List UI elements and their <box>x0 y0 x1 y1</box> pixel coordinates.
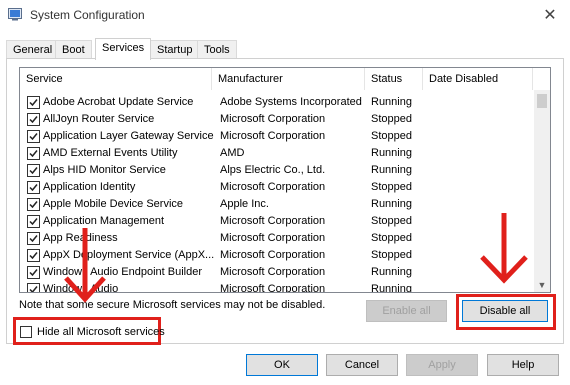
annotation-arrow-right-icon <box>480 213 528 284</box>
table-row[interactable]: AllJoyn Router Service Microsoft Corporat… <box>20 111 536 128</box>
service-manufacturer: AMD <box>220 147 245 159</box>
service-status: Stopped <box>371 181 412 193</box>
tab-boot[interactable]: Boot <box>55 40 92 59</box>
service-manufacturer: Apple Inc. <box>220 198 269 210</box>
ok-button[interactable]: OK <box>246 354 318 376</box>
service-status: Running <box>371 147 412 159</box>
column-header-status[interactable]: Status <box>365 68 423 90</box>
hide-microsoft-services-label[interactable]: Hide all Microsoft services <box>37 326 165 338</box>
service-manufacturer: Microsoft Corporation <box>220 113 326 125</box>
checkmark-icon <box>29 269 38 277</box>
service-checkbox[interactable] <box>27 113 40 126</box>
table-row[interactable]: Apple Mobile Device Service Apple Inc. Run… <box>20 196 536 213</box>
checkmark-icon <box>29 99 38 107</box>
title-bar: System Configuration ✕ <box>0 0 570 30</box>
table-row[interactable]: Alps HID Monitor Service Alps Electric Co… <box>20 162 536 179</box>
tab-general[interactable]: General <box>6 40 60 59</box>
service-checkbox[interactable] <box>27 266 40 279</box>
service-checkbox[interactable] <box>27 130 40 143</box>
checkmark-icon <box>29 167 38 175</box>
service-checkbox[interactable] <box>27 96 40 109</box>
vertical-scrollbar[interactable]: ▼ <box>534 90 550 292</box>
service-status: Running <box>371 266 412 278</box>
close-icon: ✕ <box>543 7 557 24</box>
table-row[interactable]: Application Identity Microsoft Corporatio… <box>20 179 536 196</box>
service-checkbox[interactable] <box>27 181 40 194</box>
tab-strip: General Boot Services Startup Tools <box>6 38 566 60</box>
service-name: Apple Mobile Device Service <box>43 198 184 210</box>
service-manufacturer: Microsoft Corporation <box>220 249 326 261</box>
service-manufacturer: Adobe Systems Incorporated <box>220 96 362 108</box>
checkmark-icon <box>29 133 38 141</box>
system-configuration-icon <box>8 7 22 21</box>
service-manufacturer: Microsoft Corporation <box>220 232 326 244</box>
checkmark-icon <box>29 116 38 124</box>
checkmark-icon <box>29 184 38 192</box>
service-name: AllJoyn Router Service <box>43 113 155 125</box>
service-status: Stopped <box>371 130 412 142</box>
service-checkbox[interactable] <box>27 249 40 262</box>
enable-all-button[interactable]: Enable all <box>366 300 447 322</box>
service-manufacturer: Alps Electric Co., Ltd. <box>220 164 326 176</box>
service-checkbox[interactable] <box>27 198 40 211</box>
service-status: Running <box>371 96 412 108</box>
hide-microsoft-services-highlight: Hide all Microsoft services <box>13 317 165 345</box>
service-checkbox[interactable] <box>27 232 40 245</box>
checkmark-icon <box>29 286 38 292</box>
service-status: Running <box>371 198 412 210</box>
scrollbar-thumb[interactable] <box>537 94 547 108</box>
column-header-date-disabled[interactable]: Date Disabled <box>423 68 533 90</box>
service-manufacturer: Microsoft Corporation <box>220 215 326 227</box>
scroll-down-arrow-icon[interactable]: ▼ <box>534 278 550 292</box>
table-row[interactable]: Adobe Acrobat Update Service Adobe System… <box>20 94 536 111</box>
service-name: Adobe Acrobat Update Service <box>43 96 194 108</box>
service-manufacturer: Microsoft Corporation <box>220 130 326 142</box>
service-name: Alps HID Monitor Service <box>43 164 166 176</box>
service-status: Stopped <box>371 232 412 244</box>
hide-microsoft-services-checkbox[interactable] <box>20 326 32 338</box>
service-name: Application Identity <box>43 181 136 193</box>
checkmark-icon <box>29 150 38 158</box>
service-manufacturer: Microsoft Corporation <box>220 266 326 278</box>
disable-all-button[interactable]: Disable all <box>462 300 548 322</box>
apply-button[interactable]: Apply <box>406 354 478 376</box>
checkmark-icon <box>29 218 38 226</box>
window-title: System Configuration <box>30 8 145 22</box>
checkmark-icon <box>29 235 38 243</box>
annotation-arrow-left-icon <box>64 228 106 303</box>
service-status: Stopped <box>371 215 412 227</box>
service-name: AMD External Events Utility <box>43 147 178 159</box>
service-name: Application Layer Gateway Service <box>43 130 214 142</box>
service-name: Application Management <box>43 215 165 227</box>
service-manufacturer: Microsoft Corporation <box>220 283 326 293</box>
service-status: Stopped <box>371 113 412 125</box>
tab-tools[interactable]: Tools <box>197 40 237 59</box>
column-header-service[interactable]: Service <box>20 68 212 90</box>
column-header-manufacturer[interactable]: Manufacturer <box>212 68 365 90</box>
service-checkbox[interactable] <box>27 215 40 228</box>
checkmark-icon <box>29 252 38 260</box>
checkmark-icon <box>29 201 38 209</box>
table-row[interactable]: Application Layer Gateway Service Microso… <box>20 128 536 145</box>
service-checkbox[interactable] <box>27 283 40 292</box>
help-button[interactable]: Help <box>487 354 559 376</box>
close-button[interactable]: ✕ <box>530 0 570 30</box>
tab-services[interactable]: Services <box>95 38 152 60</box>
service-status: Stopped <box>371 249 412 261</box>
list-header: Service Manufacturer Status Date Disable… <box>20 68 550 90</box>
service-checkbox[interactable] <box>27 147 40 160</box>
service-status: Running <box>371 283 412 293</box>
service-checkbox[interactable] <box>27 164 40 177</box>
cancel-button[interactable]: Cancel <box>326 354 398 376</box>
table-row[interactable]: AMD External Events Utility AMD Running <box>20 145 536 162</box>
service-status: Running <box>371 164 412 176</box>
service-manufacturer: Microsoft Corporation <box>220 181 326 193</box>
tab-startup[interactable]: Startup <box>150 40 200 59</box>
